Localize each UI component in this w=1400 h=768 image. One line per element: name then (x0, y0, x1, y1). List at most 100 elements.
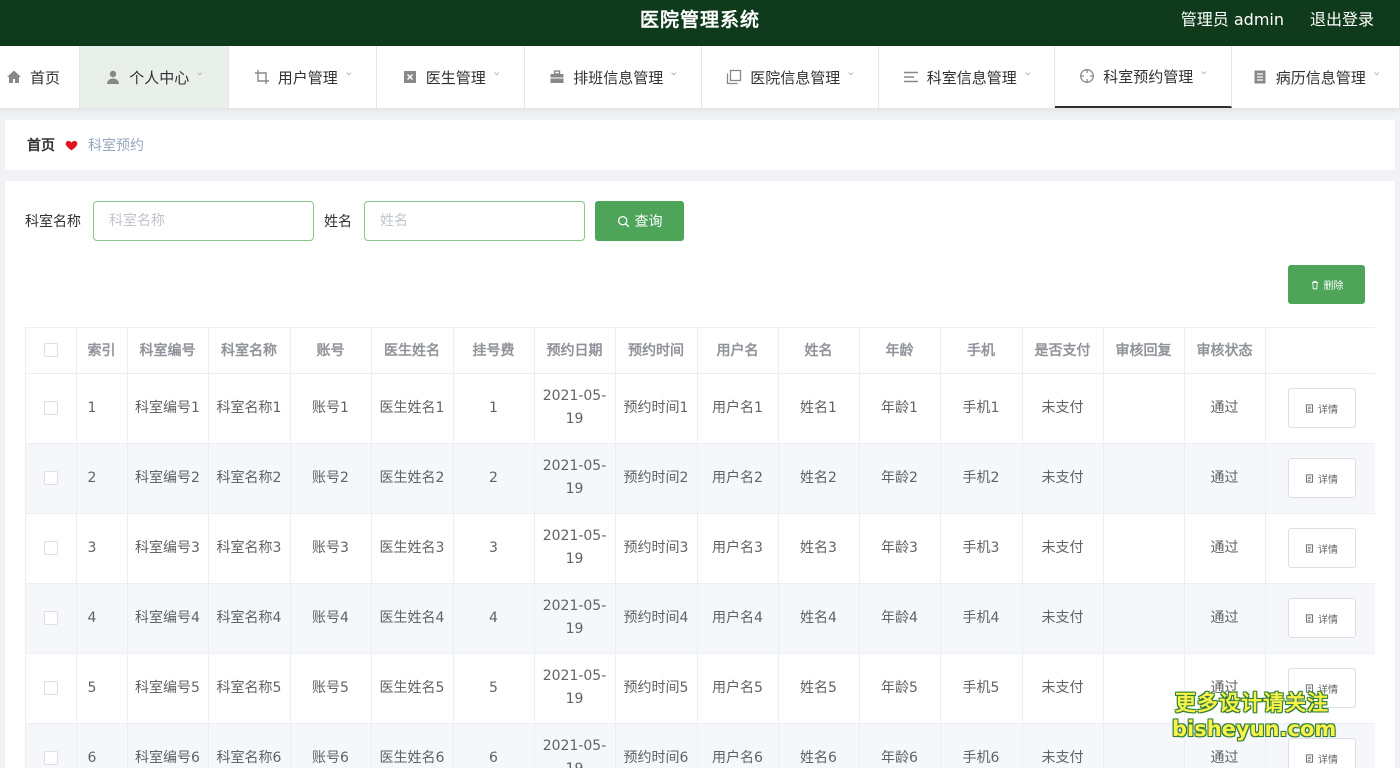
document-icon (1305, 613, 1314, 623)
nav-item-home[interactable]: 首页 (0, 46, 80, 108)
breadcrumb-current: 科室预约 (88, 138, 144, 154)
row-checkbox[interactable] (43, 610, 58, 625)
cell-username: 用户名3 (697, 513, 779, 584)
name-input[interactable] (364, 201, 585, 241)
nav-item-department-info-management[interactable]: 科室信息管理 ˅ (879, 46, 1055, 108)
list-icon (903, 69, 919, 85)
row-checkbox[interactable] (43, 680, 58, 695)
breadcrumb: 首页 科室预约 (5, 120, 1395, 170)
cell-dept-name: 科室名称3 (208, 513, 291, 584)
cell-phone: 手机6 (940, 723, 1023, 768)
select-all-checkbox[interactable] (43, 343, 58, 358)
search-icon (617, 215, 629, 227)
cell-reply (1103, 513, 1185, 584)
detail-button[interactable]: 详情 (1287, 528, 1356, 568)
cell-name: 姓名2 (778, 443, 860, 514)
cell-age: 年龄1 (859, 373, 941, 444)
chevron-down-icon: ˅ (669, 70, 679, 84)
column-header[interactable]: 手机 (940, 328, 1023, 374)
cell-paid: 未支付 (1022, 653, 1104, 724)
detail-button-label: 详情 (1318, 754, 1338, 766)
nav-item-department-appointment-management[interactable]: 科室预约管理 ˅ (1055, 46, 1232, 108)
cell-fee: 5 (453, 653, 535, 724)
cell-dept-no: 科室编号3 (127, 513, 209, 584)
column-header[interactable]: 审核状态 (1184, 328, 1266, 374)
row-checkbox[interactable] (43, 750, 58, 765)
dept-name-input[interactable] (93, 201, 314, 241)
column-header[interactable]: 审核回复 (1103, 328, 1185, 374)
detail-button-label: 详情 (1318, 404, 1338, 416)
column-header[interactable]: 索引 (76, 328, 128, 374)
cell-doctor: 医生姓名5 (371, 653, 454, 724)
cell-phone: 手机1 (940, 373, 1023, 444)
nav-item-user-management[interactable]: 用户管理 ˅ (229, 46, 377, 108)
nav-item-personal-center[interactable]: 个人中心 ˅ (80, 46, 229, 108)
cell-username: 用户名1 (697, 373, 779, 444)
cell-username: 用户名6 (697, 723, 779, 768)
cell-paid: 未支付 (1022, 723, 1104, 768)
column-header[interactable]: 年龄 (859, 328, 941, 374)
column-header[interactable]: 挂号费 (453, 328, 535, 374)
cell-index: 2 (76, 443, 128, 514)
admin-user-label[interactable]: 管理员 admin (1181, 0, 1284, 40)
table-row: 3 科室编号3 科室名称3 账号3 医生姓名3 3 2021-05-19 预约时间3 用户名3 姓… (26, 513, 1375, 584)
cell-account: 账号2 (290, 443, 372, 514)
cell-index: 5 (76, 653, 128, 724)
detail-button[interactable]: 详情 (1287, 738, 1356, 768)
row-actions-cell: 详情 (1265, 583, 1375, 654)
cell-name: 姓名6 (778, 723, 860, 768)
cell-status: 通过 (1184, 513, 1266, 584)
cell-age: 年龄4 (859, 583, 941, 654)
cell-date: 2021-05-19 (534, 373, 616, 444)
nav-item-doctor-management[interactable]: 医生管理 ˅ (377, 46, 525, 108)
table-row: 2 科室编号2 科室名称2 账号2 医生姓名2 2 2021-05-19 预约时间2 用户名2 姓… (26, 443, 1375, 514)
heart-icon (65, 139, 78, 152)
column-header[interactable]: 用户名 (697, 328, 779, 374)
document-icon (1305, 473, 1314, 483)
cell-doctor: 医生姓名4 (371, 583, 454, 654)
document-icon (1305, 543, 1314, 553)
detail-button[interactable]: 详情 (1287, 598, 1356, 638)
dept-name-label: 科室名称 (25, 214, 81, 230)
cell-dept-name: 科室名称6 (208, 723, 291, 768)
document-icon (1252, 69, 1268, 85)
cell-account: 账号5 (290, 653, 372, 724)
column-header[interactable]: 预约时间 (615, 328, 698, 374)
row-select-cell (26, 653, 77, 724)
detail-button[interactable]: 详情 (1287, 458, 1356, 498)
nav-item-hospital-info-management[interactable]: 医院信息管理 ˅ (702, 46, 879, 108)
main-nav: 首页 个人中心 ˅ 用户管理 ˅ 医生管理 ˅ 排班信息管理 ˅ 医院信息管理 ˅ 科室信息管理 ˅ 科室… (0, 46, 1400, 109)
column-header[interactable]: 科室名称 (208, 328, 291, 374)
cell-status: 通过 (1184, 583, 1266, 654)
delete-button[interactable]: 删除 (1288, 265, 1365, 304)
cell-fee: 1 (453, 373, 535, 444)
cell-date: 2021-05-19 (534, 583, 616, 654)
actions-header (1265, 328, 1375, 374)
logout-link[interactable]: 退出登录 (1310, 0, 1374, 40)
detail-button-label: 详情 (1318, 614, 1338, 626)
nav-item-medical-record-management[interactable]: 病历信息管理 ˅ (1232, 46, 1400, 108)
column-header[interactable]: 姓名 (778, 328, 860, 374)
breadcrumb-home[interactable]: 首页 (27, 135, 55, 155)
detail-button[interactable]: 详情 (1287, 388, 1356, 428)
column-header[interactable]: 医生姓名 (371, 328, 454, 374)
nav-item-label: 科室预约管理 (1103, 67, 1194, 86)
cell-date: 2021-05-19 (534, 513, 616, 584)
row-checkbox[interactable] (43, 540, 58, 555)
column-header[interactable]: 科室编号 (127, 328, 209, 374)
column-header[interactable]: 是否支付 (1022, 328, 1104, 374)
cell-age: 年龄3 (859, 513, 941, 584)
cell-dept-no: 科室编号2 (127, 443, 209, 514)
row-checkbox[interactable] (43, 400, 58, 415)
row-actions-cell: 详情 (1265, 373, 1375, 444)
briefcase-icon (549, 69, 565, 85)
cell-doctor: 医生姓名1 (371, 373, 454, 444)
column-header[interactable]: 账号 (290, 328, 372, 374)
row-select-cell (26, 583, 77, 654)
document-icon (1305, 403, 1314, 413)
search-button[interactable]: 查询 (595, 201, 684, 241)
cell-name: 姓名4 (778, 583, 860, 654)
column-header[interactable]: 预约日期 (534, 328, 616, 374)
row-checkbox[interactable] (43, 470, 58, 485)
nav-item-schedule-management[interactable]: 排班信息管理 ˅ (525, 46, 702, 108)
